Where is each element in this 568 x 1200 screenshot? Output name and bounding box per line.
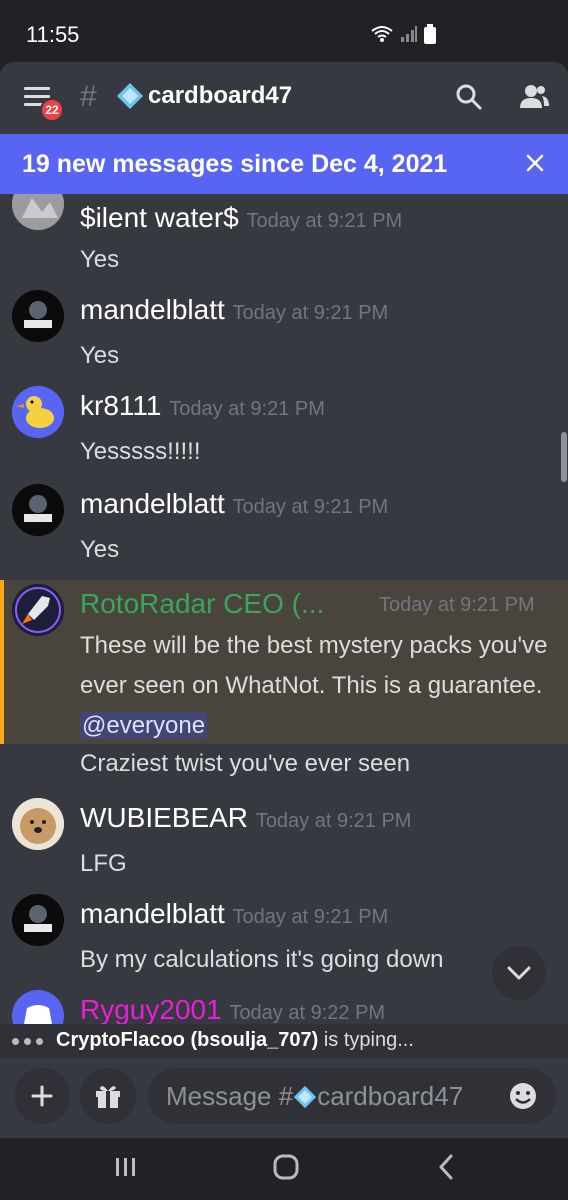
- diamond-emoji-icon: [117, 83, 143, 109]
- signal-icon: [401, 26, 417, 42]
- back-button[interactable]: [426, 1150, 466, 1184]
- message-input-placeholder: Message # cardboard47: [166, 1081, 463, 1112]
- recents-icon: [116, 1158, 135, 1176]
- avatar-logo-icon: [12, 894, 64, 946]
- close-icon: [526, 154, 544, 172]
- message-time: Today at 9:21 PM: [379, 594, 535, 616]
- message-time: Today at 9:22 PM: [229, 1002, 386, 1024]
- home-button[interactable]: [266, 1150, 306, 1184]
- avatar[interactable]: [12, 798, 64, 850]
- search-button[interactable]: [454, 82, 484, 112]
- chevron-down-icon: [507, 966, 531, 980]
- message-text: By my calculations it's going down: [80, 946, 444, 973]
- battery-icon: [424, 24, 436, 44]
- message-author[interactable]: kr8111 Today at 9:21 PM: [80, 390, 325, 422]
- new-messages-banner[interactable]: 19 new messages since Dec 4, 2021: [0, 134, 568, 194]
- avatar-logo-icon: [12, 290, 64, 342]
- message-author[interactable]: mandelblatt Today at 9:21 PM: [80, 294, 388, 326]
- avatar[interactable]: [12, 584, 64, 636]
- message-text: These will be the best mystery packs you…: [80, 626, 560, 746]
- channel-hash-icon: #: [80, 80, 97, 113]
- avatar[interactable]: [12, 386, 64, 438]
- author-name: Ryguy2001: [80, 994, 222, 1024]
- typing-user: CryptoFlacoo (bsoulja_707): [56, 1029, 319, 1051]
- avatar-duck-icon: [12, 386, 64, 438]
- everyone-mention[interactable]: @everyone: [80, 712, 208, 739]
- avatar[interactable]: [12, 484, 64, 536]
- scrollbar-thumb[interactable]: [561, 432, 567, 482]
- avatar[interactable]: [12, 290, 64, 342]
- back-icon: [439, 1154, 453, 1180]
- author-name: mandelblatt: [80, 488, 225, 519]
- message-time: Today at 9:21 PM: [169, 398, 325, 420]
- typing-suffix: is typing...: [318, 1029, 414, 1051]
- placeholder-channel: cardboard47: [317, 1081, 464, 1111]
- message-text: Yes: [80, 246, 120, 273]
- diamond-emoji-icon: [294, 1085, 317, 1108]
- emoji-icon: [510, 1083, 536, 1109]
- message-author[interactable]: WUBIEBEAR Today at 9:21 PM: [80, 802, 411, 834]
- message-author[interactable]: RotoRadar CEO (... Today at 9:21 PM: [80, 588, 560, 620]
- message-author[interactable]: mandelblatt Today at 9:21 PM: [80, 898, 388, 930]
- channel-title[interactable]: cardboard47: [116, 82, 292, 110]
- author-name: kr8111: [80, 390, 162, 421]
- search-icon: [456, 84, 482, 110]
- jump-to-bottom-button[interactable]: [492, 946, 546, 1000]
- new-messages-text: 19 new messages since Dec 4, 2021: [22, 150, 448, 178]
- message-time: Today at 9:21 PM: [232, 496, 389, 518]
- status-bar: 11:55: [0, 0, 568, 62]
- typing-text: CryptoFlacoo (bsoulja_707) is typing...: [56, 1029, 414, 1052]
- emoji-button[interactable]: [508, 1081, 538, 1111]
- message-text: LFG: [80, 850, 127, 877]
- message-list[interactable]: $ilent water$ Today at 9:21 PM Yes mande…: [0, 194, 568, 1024]
- message-text-followup: Craziest twist you've ever seen: [80, 750, 411, 777]
- author-name: WUBIEBEAR: [80, 802, 249, 833]
- typing-indicator: CryptoFlacoo (bsoulja_707) is typing...: [0, 1024, 568, 1058]
- gift-button[interactable]: [80, 1068, 136, 1124]
- banner-close-button[interactable]: [520, 148, 550, 178]
- message-text: Yesssss!!!!!: [80, 438, 201, 465]
- status-icons: [370, 22, 436, 46]
- author-name: mandelblatt: [80, 898, 225, 929]
- wifi-icon: [371, 26, 393, 42]
- message-time: Today at 9:21 PM: [232, 302, 389, 324]
- author-name: $ilent water$: [80, 202, 239, 233]
- author-name: mandelblatt: [80, 294, 225, 325]
- message-time: Today at 9:21 PM: [255, 810, 412, 832]
- avatar[interactable]: [12, 894, 64, 946]
- avatar-rocket-icon: [12, 584, 64, 636]
- message-author[interactable]: Ryguy2001 Today at 9:22 PM: [80, 994, 385, 1024]
- gift-icon: [96, 1086, 120, 1108]
- author-name: RotoRadar CEO (...: [80, 588, 325, 619]
- message-text: Yes: [80, 536, 120, 563]
- recents-button[interactable]: [106, 1150, 146, 1184]
- message-body: These will be the best mystery packs you…: [80, 632, 548, 699]
- members-icon: [520, 85, 549, 108]
- placeholder-prefix: Message #: [166, 1081, 294, 1111]
- avatar-image-icon: [12, 194, 64, 230]
- avatar-logo-icon: [12, 484, 64, 536]
- plus-icon: [31, 1085, 53, 1107]
- members-button[interactable]: [518, 82, 549, 112]
- message-author[interactable]: mandelblatt Today at 9:21 PM: [80, 488, 388, 520]
- message-time: Today at 9:21 PM: [246, 210, 403, 232]
- home-icon: [273, 1154, 299, 1180]
- notification-badge: 22: [40, 98, 64, 122]
- attach-button[interactable]: [14, 1068, 70, 1124]
- discord-logo-icon: [12, 990, 64, 1024]
- message-text: Yes: [80, 342, 120, 369]
- avatar[interactable]: [12, 990, 64, 1024]
- avatar[interactable]: [12, 194, 64, 230]
- typing-dots-icon: [12, 1038, 43, 1045]
- channel-name: cardboard47: [148, 82, 293, 109]
- status-time: 11:55: [26, 22, 80, 47]
- message-author[interactable]: $ilent water$ Today at 9:21 PM: [80, 202, 402, 234]
- avatar-dog-icon: [12, 798, 64, 850]
- message-time: Today at 9:21 PM: [232, 906, 389, 928]
